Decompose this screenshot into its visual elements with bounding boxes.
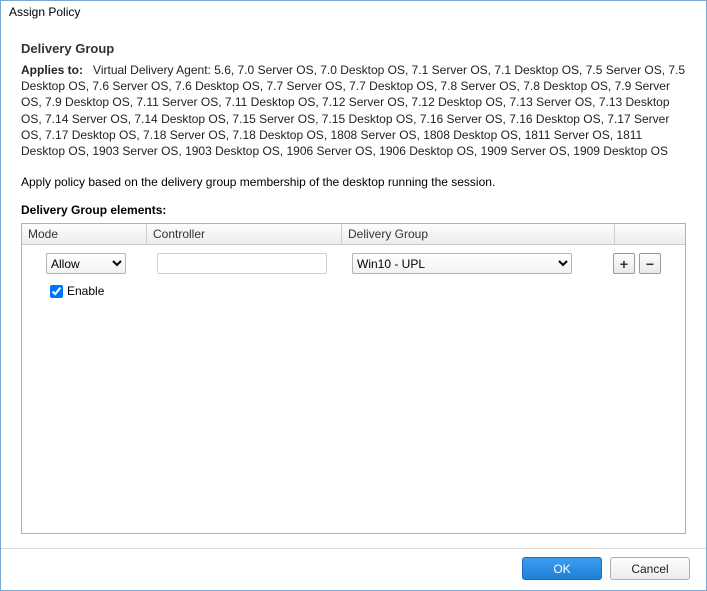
policy-description: Apply policy based on the delivery group… <box>21 175 686 189</box>
grid-body: Allow Win10 - UPL + − <box>22 245 685 533</box>
window-title: Assign Policy <box>1 1 706 23</box>
elements-grid: Mode Controller Delivery Group Allow <box>21 223 686 534</box>
cancel-button[interactable]: Cancel <box>610 557 690 580</box>
col-header-mode[interactable]: Mode <box>22 224 147 244</box>
dialog-footer: OK Cancel <box>1 548 706 590</box>
col-header-delivery-group[interactable]: Delivery Group <box>342 224 615 244</box>
enable-label: Enable <box>67 284 104 298</box>
applies-to-label: Applies to: <box>21 63 83 77</box>
delivery-group-select[interactable]: Win10 - UPL <box>352 253 572 274</box>
ok-button[interactable]: OK <box>522 557 602 580</box>
assign-policy-window: Assign Policy Delivery Group Applies to:… <box>0 0 707 591</box>
mode-select[interactable]: Allow <box>46 253 126 274</box>
add-row-button[interactable]: + <box>613 253 635 274</box>
elements-heading: Delivery Group elements: <box>21 203 686 217</box>
col-header-actions <box>615 224 685 244</box>
applies-to-block: Applies to: Virtual Delivery Agent: 5.6,… <box>21 62 686 159</box>
col-header-controller[interactable]: Controller <box>147 224 342 244</box>
enable-row: Enable <box>28 284 679 298</box>
remove-row-button[interactable]: − <box>639 253 661 274</box>
content-area: Delivery Group Applies to: Virtual Deliv… <box>1 23 706 548</box>
applies-to-text: Virtual Delivery Agent: 5.6, 7.0 Server … <box>21 63 685 158</box>
grid-header: Mode Controller Delivery Group <box>22 224 685 245</box>
enable-checkbox[interactable] <box>50 285 63 298</box>
controller-input[interactable] <box>157 253 327 274</box>
section-heading: Delivery Group <box>21 41 686 56</box>
table-row: Allow Win10 - UPL + − <box>28 251 679 276</box>
